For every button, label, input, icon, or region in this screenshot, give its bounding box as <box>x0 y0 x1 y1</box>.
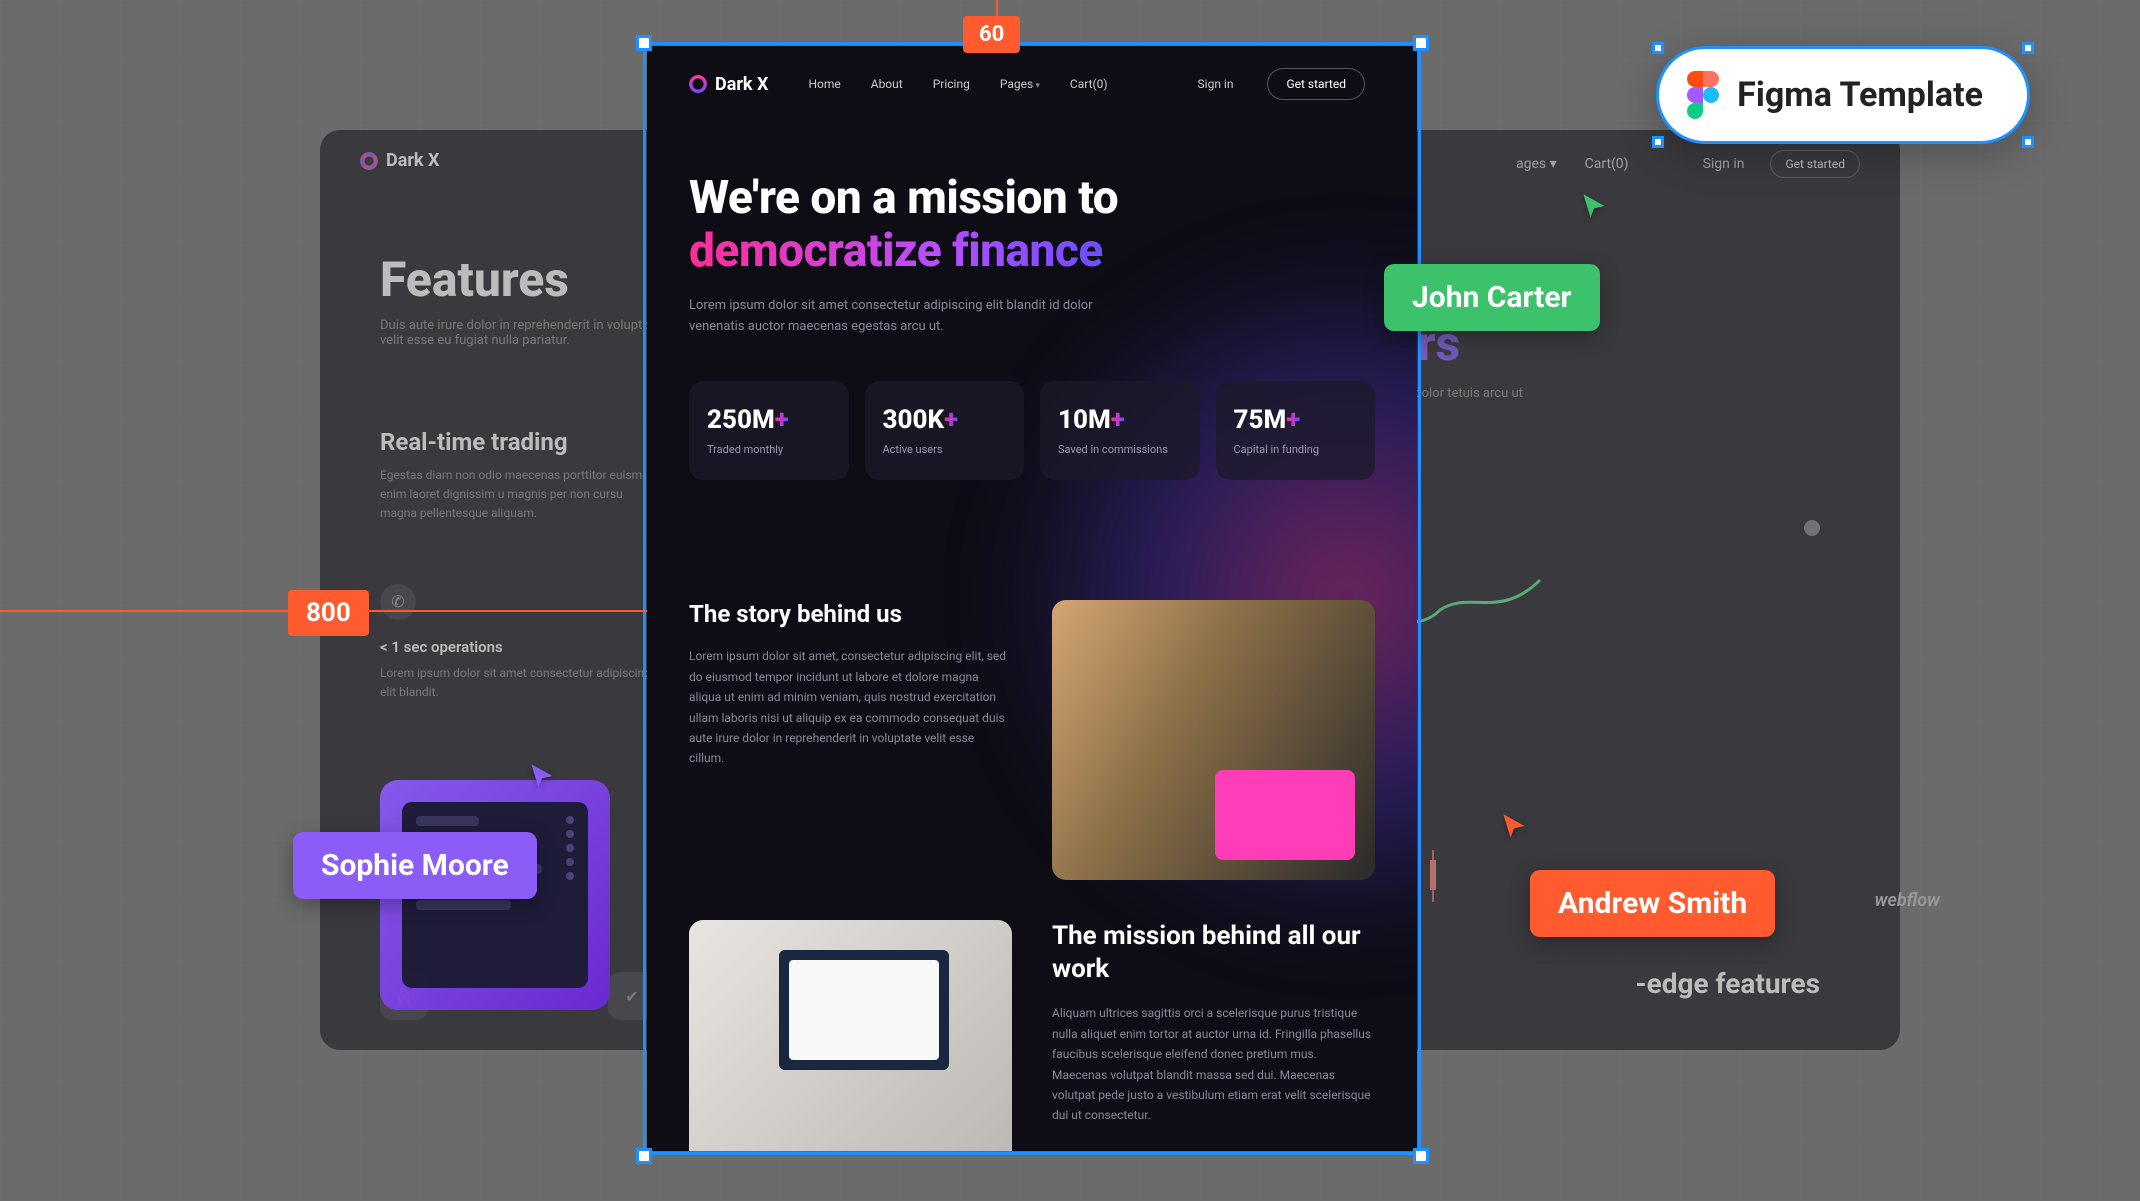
bg-right-edge-title: -edge features <box>1636 967 1820 1000</box>
story-photo-1 <box>1052 600 1375 880</box>
stat-label: Saved in commissions <box>1058 443 1182 456</box>
figma-template-pill[interactable]: Figma Template <box>1656 46 2030 144</box>
story-body: Lorem ipsum dolor sit amet, consectetur … <box>689 646 1012 768</box>
nav-get-started-button[interactable]: Get started <box>1267 68 1365 100</box>
story-section: The story behind us Lorem ipsum dolor si… <box>647 480 1417 880</box>
cursor-john-icon <box>1580 192 1608 220</box>
stat-value: 250M <box>707 405 775 435</box>
mission-section: The mission behind all our work Aliquam … <box>647 880 1417 1151</box>
stat-label: Traded monthly <box>707 443 831 456</box>
bg-left-subfeat-1: < 1 sec operations <box>380 638 660 656</box>
stats-row: 250M+ Traded monthly 300K+ Active users … <box>647 337 1417 480</box>
stat-card: 75M+ Capital in funding <box>1216 381 1376 480</box>
stat-plus: + <box>775 405 789 435</box>
figma-template-label: Figma Template <box>1737 75 1983 115</box>
bg-left-logo: Dark X <box>360 150 439 171</box>
stat-label: Capital in funding <box>1234 443 1358 456</box>
logo[interactable]: Dark X <box>689 74 768 95</box>
bg-right-nav-signin: Sign in <box>1703 156 1745 172</box>
mission-title: The mission behind all our work <box>1052 920 1375 985</box>
bg-left-feat-body: Egestas diam non odio maecenas porttitor… <box>380 466 660 524</box>
cursor-andrew-icon <box>1500 812 1528 840</box>
stat-label: Active users <box>883 443 1007 456</box>
stat-plus: + <box>1286 405 1300 435</box>
cursor-sophie-icon <box>528 762 556 790</box>
bg-left-subfeat-1-body: Lorem ipsum dolor sit amet consectetur a… <box>380 664 660 702</box>
main-artboard[interactable]: Dark X Home About Pricing Pages Cart(0) … <box>647 46 1417 1151</box>
story-photo-2 <box>689 920 1012 1151</box>
hero-body: Lorem ipsum dolor sit amet consectetur a… <box>689 296 1129 338</box>
story-title: The story behind us <box>689 600 1012 628</box>
stat-card: 250M+ Traded monthly <box>689 381 849 480</box>
measure-badge-800: 800 <box>288 590 369 636</box>
figma-logo-icon <box>1687 71 1719 119</box>
stat-value: 75M <box>1234 405 1287 435</box>
stat-value: 300K <box>883 405 945 435</box>
chart-dot-icon <box>1804 520 1820 536</box>
hero-section: We're on a mission to democratize financ… <box>647 122 1417 337</box>
nav-signin[interactable]: Sign in <box>1198 77 1234 91</box>
bg-right-nav-cart: Cart(0) <box>1585 156 1629 172</box>
stat-plus: + <box>944 405 958 435</box>
bg-left-brand: Dark X <box>386 150 439 171</box>
logo-ring-icon <box>689 75 707 93</box>
nav-pricing[interactable]: Pricing <box>933 77 970 91</box>
pill-handle-sw[interactable] <box>1652 136 1664 148</box>
mission-body: Aliquam ultrices sagittis orci a sceleri… <box>1052 1003 1375 1125</box>
bg-right-nav-cta: Get started <box>1770 150 1860 178</box>
nav-home[interactable]: Home <box>808 77 840 91</box>
nav-cart[interactable]: Cart(0) <box>1070 77 1108 91</box>
main-nav: Dark X Home About Pricing Pages Cart(0) … <box>647 46 1417 122</box>
collaborator-tag-andrew[interactable]: Andrew Smith <box>1530 870 1775 937</box>
stat-plus: + <box>1111 405 1125 435</box>
stat-card: 300K+ Active users <box>865 381 1025 480</box>
hero-heading: We're on a mission to democratize financ… <box>689 172 1375 278</box>
phone-icon: ✆ <box>380 584 416 620</box>
webflow-badge: webflow <box>1875 890 1940 911</box>
pill-handle-nw[interactable] <box>1652 42 1664 54</box>
nav-pages[interactable]: Pages <box>1000 77 1040 91</box>
pill-handle-ne[interactable] <box>2022 42 2034 54</box>
nav-about[interactable]: About <box>871 77 903 91</box>
stat-card: 10M+ Saved in commissions <box>1040 381 1200 480</box>
pill-handle-se[interactable] <box>2022 136 2034 148</box>
stat-value: 10M <box>1058 405 1111 435</box>
brand-name: Dark X <box>715 74 768 95</box>
bg-right-nav-pages: ages ▾ <box>1516 156 1557 172</box>
collaborator-tag-sophie[interactable]: Sophie Moore <box>293 832 537 899</box>
